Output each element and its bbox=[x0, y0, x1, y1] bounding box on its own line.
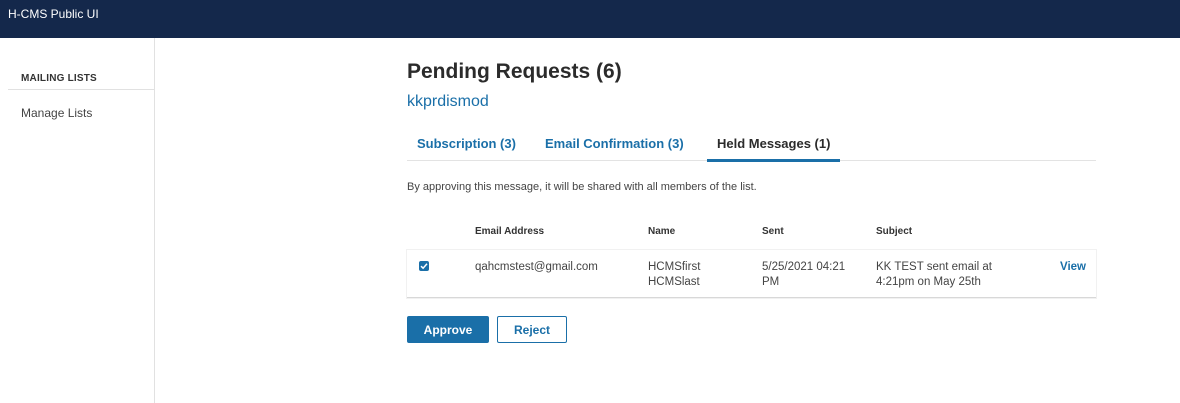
reject-button[interactable]: Reject bbox=[497, 316, 567, 343]
app-title: H-CMS Public UI bbox=[8, 7, 99, 21]
tab-subscription[interactable]: Subscription (3) bbox=[407, 128, 526, 161]
column-header-subject: Subject bbox=[876, 226, 913, 237]
sidebar-item-manage-lists[interactable]: Manage Lists bbox=[21, 106, 92, 120]
approve-button[interactable]: Approve bbox=[407, 316, 489, 343]
top-header-bar: H-CMS Public UI bbox=[0, 0, 1180, 38]
row-subject-line2: 4:21pm on May 25th bbox=[876, 276, 981, 288]
column-header-sent: Sent bbox=[762, 226, 784, 237]
tab-bar: Subscription (3) Email Confirmation (3) … bbox=[407, 128, 1096, 162]
row-sent-line2: PM bbox=[762, 276, 780, 288]
view-link[interactable]: View bbox=[1060, 260, 1086, 275]
row-subject-line1: KK TEST sent email at bbox=[876, 261, 992, 273]
tab-email-confirmation[interactable]: Email Confirmation (3) bbox=[535, 128, 694, 161]
row-subject: KK TEST sent email at 4:21pm on May 25th bbox=[876, 260, 1026, 290]
row-sent-line1: 5/25/2021 04:21 bbox=[762, 261, 846, 273]
row-name: HCMSfirst HCMSlast bbox=[648, 260, 748, 290]
row-sent: 5/25/2021 04:21 PM bbox=[762, 260, 867, 290]
row-checkbox[interactable] bbox=[419, 261, 429, 271]
tab-held-messages[interactable]: Held Messages (1) bbox=[707, 128, 841, 162]
sidebar-section-title: MAILING LISTS bbox=[21, 73, 97, 84]
column-header-email: Email Address bbox=[475, 226, 545, 237]
row-email: qahcmstest@gmail.com bbox=[475, 261, 598, 273]
column-header-name: Name bbox=[648, 226, 676, 237]
sidebar: MAILING LISTS Manage Lists bbox=[8, 38, 155, 403]
check-icon bbox=[420, 263, 428, 270]
page-title: Pending Requests (6) bbox=[407, 60, 622, 83]
list-name: kkprdismod bbox=[407, 93, 489, 110]
row-name-first: HCMSfirst bbox=[648, 261, 701, 273]
info-text: By approving this message, it will be sh… bbox=[407, 181, 757, 193]
sidebar-divider bbox=[8, 89, 154, 90]
table-row: qahcmstest@gmail.com HCMSfirst HCMSlast … bbox=[407, 250, 1096, 298]
row-name-last: HCMSlast bbox=[648, 276, 700, 288]
